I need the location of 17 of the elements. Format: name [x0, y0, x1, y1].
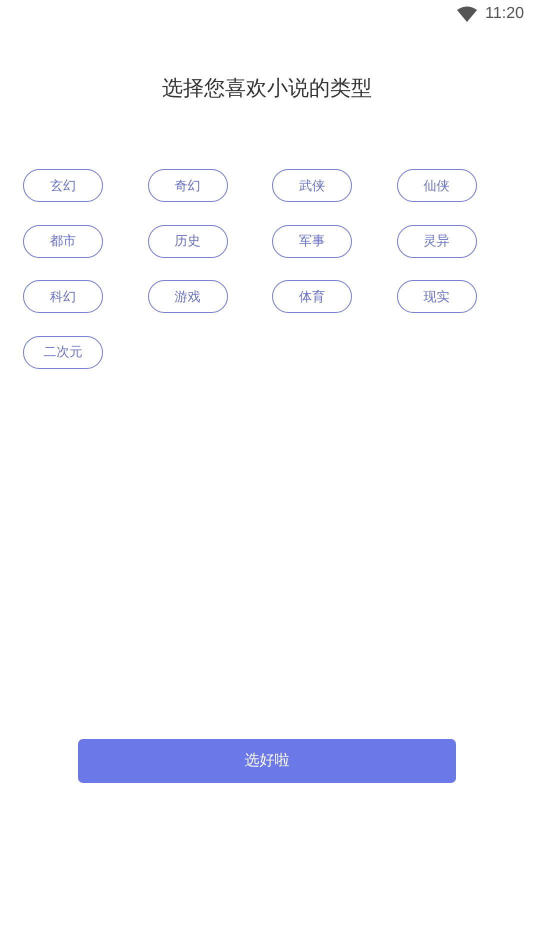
confirm-button[interactable]: 选好啦: [78, 738, 456, 782]
genre-chip[interactable]: 现实: [396, 280, 476, 313]
genre-chip[interactable]: 仙侠: [396, 169, 476, 202]
genre-chip[interactable]: 游戏: [148, 280, 228, 313]
genre-chip[interactable]: 二次元: [23, 336, 103, 368]
wifi-icon: [457, 6, 478, 22]
genre-chip[interactable]: 体育: [272, 280, 352, 313]
genre-chip[interactable]: 历史: [148, 224, 228, 258]
status-time: 11:20: [485, 5, 524, 23]
genre-chip[interactable]: 灵异: [396, 224, 476, 258]
genre-chip[interactable]: 科幻: [23, 280, 103, 313]
genre-chip[interactable]: 军事: [272, 224, 352, 258]
genre-chip[interactable]: 玄幻: [23, 169, 103, 202]
genre-chip[interactable]: 奇幻: [148, 169, 228, 202]
genre-chip[interactable]: 武侠: [272, 169, 352, 202]
genre-chip[interactable]: 都市: [23, 224, 103, 258]
page-title: 选择您喜欢小说的类型: [161, 75, 373, 102]
